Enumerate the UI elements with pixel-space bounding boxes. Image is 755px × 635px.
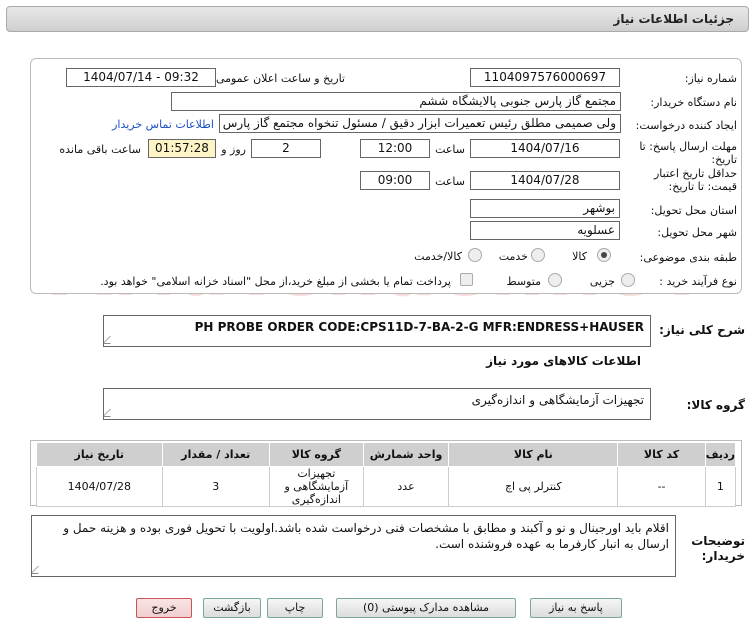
treasury-checkbox[interactable] [460, 273, 473, 286]
cell-name: کنترلر پی اچ [448, 466, 619, 507]
resize-grip-icon[interactable] [104, 409, 118, 417]
goods-group-text: تجهیزات آزمایشگاهی و اندازه‌گیری [471, 393, 644, 407]
cell-unit: عدد [362, 466, 450, 507]
contact-info-link[interactable]: اطلاعات تماس خریدار [112, 118, 214, 131]
process-label: نوع فرآیند خرید : [659, 275, 737, 288]
resize-grip-icon[interactable] [32, 566, 46, 574]
goods-group-label: گروه کالا: [686, 398, 745, 412]
days-field: 2 [251, 139, 321, 158]
remaining-time-field: 01:57:28 [148, 139, 216, 158]
announce-field: 1404/07/14 - 09:32 [66, 68, 216, 87]
process-option-medium: متوسط [506, 275, 541, 288]
buyer-org-label: نام دستگاه خریدار: [650, 96, 737, 109]
print-button[interactable]: چاپ [267, 598, 323, 618]
announce-label: تاریخ و ساعت اعلان عمومی: [212, 72, 345, 85]
exit-button[interactable]: خروج [136, 598, 192, 618]
remaining-time-label: ساعت باقی مانده [59, 143, 141, 156]
category-option-service: خدمت [498, 250, 528, 263]
description-text: PH PROBE ORDER CODE:CPS11D-7-BA-2-G MFR:… [194, 320, 644, 334]
province-label: استان محل تحویل: [650, 204, 737, 217]
goods-group-field[interactable]: تجهیزات آزمایشگاهی و اندازه‌گیری [103, 388, 651, 420]
creator-field: ولی صمیمی مطلق رئیس تعمیرات ابزار دقیق /… [219, 114, 621, 133]
back-button[interactable]: بازگشت [203, 598, 261, 618]
category-radio-goods[interactable] [597, 248, 611, 262]
category-option-goods-service: کالا/خدمت [414, 250, 462, 263]
col-name: نام کالا [448, 442, 619, 467]
city-field: عسلویه [470, 221, 620, 240]
cell-qty: 3 [161, 466, 270, 507]
category-option-goods: کالا [572, 250, 587, 263]
deadline-time-field: 12:00 [360, 139, 430, 158]
resize-grip-icon[interactable] [104, 336, 118, 344]
col-qty: تعداد / مقدار [161, 442, 270, 467]
table-row[interactable]: 1 -- کنترلر پی اچ عدد تجهیزات آزمایشگاهی… [36, 466, 737, 507]
cell-row: 1 [704, 466, 737, 507]
col-code: کد کالا [617, 442, 706, 467]
buyer-notes-field[interactable]: اقلام باید اورجینال و نو و آکبند و مطابق… [31, 515, 676, 577]
buyer-org-field: مجتمع گاز پارس جنوبی پالایشگاه ششم [171, 92, 621, 111]
creator-label: ایجاد کننده درخواست: [635, 119, 737, 132]
table-header-row: ردیف کد کالا نام کالا واحد شمارش گروه کا… [36, 442, 737, 467]
process-radio-medium[interactable] [548, 273, 562, 287]
category-radio-goods-service[interactable] [468, 248, 482, 262]
process-option-partial: جزیی [589, 275, 615, 288]
category-label: طبقه بندی موضوعی: [639, 251, 737, 264]
buyer-notes-label: توضیحات خریدار: [691, 534, 745, 563]
need-number-field: 1104097576000697 [470, 68, 620, 87]
days-label: روز و [221, 143, 246, 156]
deadline-time-label: ساعت [435, 143, 465, 156]
need-number-label: شماره نیاز: [684, 72, 737, 85]
validity-time-label: ساعت [435, 175, 465, 188]
deadline-label: مهلت ارسال پاسخ: تا تاریخ: [639, 140, 737, 166]
cell-group: تجهیزات آزمایشگاهی و اندازه‌گیری [268, 466, 364, 507]
reply-button[interactable]: پاسخ به نیاز [530, 598, 622, 618]
category-radio-service[interactable] [531, 248, 545, 262]
province-field: بوشهر [470, 199, 620, 218]
validity-label: حداقل تاریخ اعتبار قیمت: تا تاریخ: [653, 167, 737, 193]
col-date: تاریخ نیاز [36, 442, 163, 467]
col-row: ردیف [704, 442, 737, 467]
buyer-notes-text: اقلام باید اورجینال و نو و آکبند و مطابق… [63, 521, 669, 551]
validity-date-field: 1404/07/28 [470, 171, 620, 190]
col-group: گروه کالا [268, 442, 364, 467]
description-label: شرح کلی نیاز: [659, 323, 745, 337]
cell-date: 1404/07/28 [36, 466, 163, 507]
goods-table-container: ردیف کد کالا نام کالا واحد شمارش گروه کا… [30, 440, 742, 507]
panel-header: جزئیات اطلاعات نیاز [6, 6, 749, 32]
cell-code: -- [617, 466, 706, 507]
view-docs-button[interactable]: مشاهده مدارک پیوستی (0) [336, 598, 516, 618]
goods-table: ردیف کد کالا نام کالا واحد شمارش گروه کا… [36, 442, 737, 507]
page-title: جزئیات اطلاعات نیاز [613, 12, 734, 26]
process-radio-partial[interactable] [621, 273, 635, 287]
goods-info-title: اطلاعات کالاهای مورد نیاز [486, 354, 641, 368]
payment-note: پرداخت تمام یا بخشی از مبلغ خرید،از محل … [100, 275, 451, 288]
description-field[interactable]: PH PROBE ORDER CODE:CPS11D-7-BA-2-G MFR:… [103, 315, 651, 347]
col-unit: واحد شمارش [362, 442, 450, 467]
city-label: شهر محل تحویل: [657, 226, 737, 239]
deadline-date-field: 1404/07/16 [470, 139, 620, 158]
validity-time-field: 09:00 [360, 171, 430, 190]
